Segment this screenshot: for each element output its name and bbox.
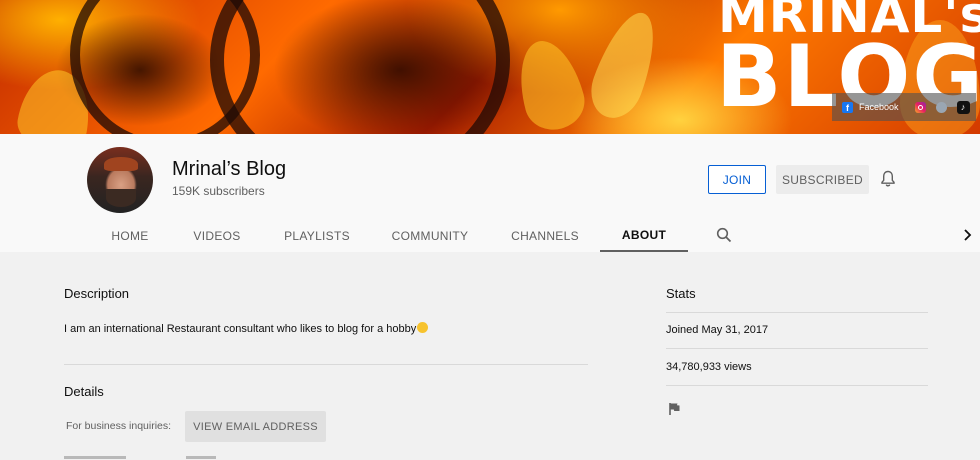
- tab-about[interactable]: ABOUT: [600, 220, 688, 252]
- channel-header: Mrinal’s Blog 159K subscribers JOIN SUBS…: [0, 134, 980, 252]
- subscribed-button[interactable]: SUBSCRIBED: [776, 165, 869, 194]
- description-text: I am an international Restaurant consult…: [64, 322, 429, 335]
- banner-links: f Facebook ♪: [832, 93, 976, 121]
- about-section: Description I am an international Restau…: [0, 252, 980, 460]
- channel-name: Mrinal’s Blog: [172, 158, 287, 180]
- banner-pan: [210, 0, 510, 134]
- smile-emoji-icon: [417, 322, 429, 333]
- instagram-icon[interactable]: [914, 101, 926, 113]
- banner-flame: [582, 4, 668, 126]
- avatar[interactable]: [87, 147, 153, 213]
- channel-tabs: HOME VIDEOS PLAYLISTS COMMUNITY CHANNELS…: [0, 220, 980, 252]
- flag-icon[interactable]: [668, 402, 682, 416]
- divider: [666, 385, 928, 386]
- banner-flame: [509, 33, 591, 134]
- facebook-link[interactable]: Facebook: [859, 102, 899, 112]
- tab-videos[interactable]: VIDEOS: [184, 220, 250, 252]
- description-body: I am an international Restaurant consult…: [64, 323, 417, 335]
- divider: [64, 364, 588, 365]
- avatar-hair: [104, 157, 138, 171]
- tab-playlists[interactable]: PLAYLISTS: [276, 220, 358, 252]
- divider: [666, 312, 928, 313]
- channel-banner: MRINAL's BLOG f Facebook ♪: [0, 0, 980, 134]
- details-heading: Details: [64, 384, 104, 399]
- avatar-beard: [106, 189, 136, 207]
- joined-date: Joined May 31, 2017: [666, 324, 769, 336]
- globe-icon[interactable]: [935, 101, 947, 113]
- bell-icon[interactable]: [880, 170, 896, 188]
- location-row-cut: [64, 456, 304, 460]
- subscriber-count: 159K subscribers: [172, 184, 265, 198]
- view-email-button[interactable]: VIEW EMAIL ADDRESS: [185, 411, 326, 442]
- business-inquiries-label: For business inquiries:: [66, 420, 172, 432]
- tab-channels[interactable]: CHANNELS: [502, 220, 588, 252]
- stats-heading: Stats: [666, 286, 696, 301]
- divider: [666, 348, 928, 349]
- search-icon[interactable]: [716, 227, 732, 243]
- chevron-right-icon[interactable]: [961, 228, 973, 242]
- view-count: 34,780,933 views: [666, 361, 752, 373]
- tiktok-icon[interactable]: ♪: [956, 100, 970, 114]
- join-button[interactable]: JOIN: [708, 165, 766, 194]
- tab-community[interactable]: COMMUNITY: [384, 220, 476, 252]
- tab-home[interactable]: HOME: [100, 220, 160, 252]
- facebook-icon[interactable]: f: [842, 101, 853, 113]
- description-heading: Description: [64, 286, 130, 301]
